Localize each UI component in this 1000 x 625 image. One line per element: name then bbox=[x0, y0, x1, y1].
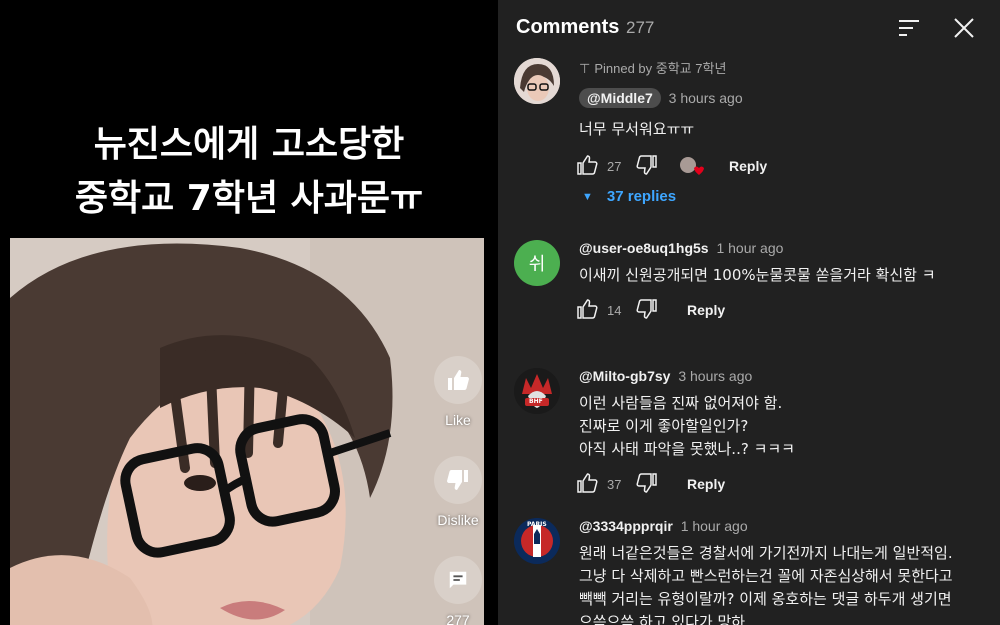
sort-icon bbox=[899, 20, 919, 36]
creator-heart-icon bbox=[680, 157, 704, 175]
like-count: 27 bbox=[607, 159, 622, 174]
thumbs-down-icon bbox=[636, 299, 657, 319]
avatar[interactable]: PARIS bbox=[514, 518, 560, 564]
dislike-label: Dislike bbox=[437, 512, 479, 528]
avatar-letter: 쉬 bbox=[528, 254, 546, 275]
replies-count-label: 37 replies bbox=[606, 188, 677, 205]
comment-actions: 37 Reply bbox=[577, 471, 959, 503]
comment-text-line: 진짜로 이게 좋아할일인가? bbox=[579, 417, 749, 435]
comments-header: Comments 277 bbox=[498, 0, 1000, 56]
comment-count-label: 277 bbox=[446, 612, 470, 625]
reply-button[interactable]: Reply bbox=[687, 302, 725, 318]
like-action[interactable]: Like bbox=[430, 356, 486, 428]
like-count: 37 bbox=[607, 477, 622, 492]
comment-text: 이런 사람들음 진짜 없어져야 함. 진짜로 이게 좋아할일인가? 아직 사태 … bbox=[579, 392, 959, 461]
dislike-button[interactable] bbox=[635, 153, 663, 181]
close-icon bbox=[954, 18, 974, 38]
comment-icon[interactable] bbox=[434, 556, 482, 604]
comment-actions: 14 Reply bbox=[577, 297, 959, 329]
comment-author[interactable]: @user-oe8uq1hg5s bbox=[579, 240, 709, 256]
comment-text-line: 이런 사람들음 진짜 없어져야 함. bbox=[579, 394, 783, 412]
comment-time[interactable]: 1 hour ago bbox=[716, 240, 783, 256]
like-button[interactable] bbox=[575, 471, 603, 499]
like-label: Like bbox=[445, 412, 471, 428]
thumbs-up-icon bbox=[577, 299, 598, 319]
video-player[interactable]: 뉴진스에게 고소당한 중학교 7학년 사과문ㅠ Like Dislike 277 bbox=[0, 0, 498, 625]
video-overlay-title: 뉴진스에게 고소당한 중학교 7학년 사과문ㅠ bbox=[0, 118, 498, 226]
caret-down-icon: ▼ bbox=[582, 190, 593, 203]
thumbs-down-icon bbox=[636, 473, 657, 493]
comment-text-line: 아직 사태 파악을 못했나..? ㅋㅋㅋ bbox=[579, 440, 795, 458]
comments-panel: Comments 277 ⊤ Pinned by 중학교 7학년 @Middle… bbox=[498, 0, 1000, 625]
comment-text: 너무 무서워요ㅠㅠ bbox=[579, 120, 695, 138]
thumbs-up-icon[interactable] bbox=[434, 356, 482, 404]
comment-author[interactable]: @Milto-gb7sy bbox=[579, 368, 670, 384]
video-overlay-title-line2: 중학교 7학년 사과문ㅠ bbox=[74, 178, 424, 219]
reply-button[interactable]: Reply bbox=[729, 158, 767, 174]
dislike-button[interactable] bbox=[635, 297, 663, 325]
avatar[interactable]: BHF bbox=[514, 368, 560, 414]
like-button[interactable] bbox=[575, 153, 603, 181]
avatar[interactable]: 쉬 bbox=[514, 240, 560, 286]
view-replies-button[interactable]: ▼ 37 replies bbox=[582, 188, 676, 205]
comment-text: 원래 너같은것들은 경찰서에 가기전까지 나대는게 일반적임. 그냥 다 삭제하… bbox=[579, 544, 953, 625]
comment-time[interactable]: 3 hours ago bbox=[669, 90, 743, 106]
comment-actions: 27 Reply bbox=[577, 153, 959, 185]
video-frame-image bbox=[10, 238, 484, 625]
portrait-illustration bbox=[10, 238, 484, 625]
comments-title: Comments bbox=[516, 16, 620, 38]
bhf-logo-icon bbox=[514, 368, 560, 414]
thumbs-down-icon bbox=[636, 155, 657, 175]
like-button[interactable] bbox=[575, 297, 603, 325]
pinned-by-text: Pinned by 중학교 7학년 bbox=[594, 61, 727, 76]
sort-button[interactable] bbox=[894, 14, 924, 42]
avatar-logo-text: PARIS bbox=[527, 521, 547, 528]
close-button[interactable] bbox=[950, 14, 978, 42]
comment-author-chip[interactable]: @Middle7 bbox=[579, 88, 661, 108]
thumbs-up-icon bbox=[577, 155, 598, 175]
pin-icon: ⊤ bbox=[579, 61, 591, 76]
comments-action[interactable]: 277 bbox=[430, 556, 486, 625]
creator-heart-badge bbox=[679, 155, 705, 179]
dislike-button[interactable] bbox=[635, 471, 663, 499]
video-overlay-title-line1: 뉴진스에게 고소당한 bbox=[93, 124, 405, 165]
like-count: 14 bbox=[607, 303, 622, 318]
comment-time[interactable]: 1 hour ago bbox=[681, 518, 748, 534]
thumbs-up-icon bbox=[577, 473, 598, 493]
thumbs-down-icon[interactable] bbox=[434, 456, 482, 504]
avatar-logo-text: BHF bbox=[529, 398, 543, 405]
reply-button[interactable]: Reply bbox=[687, 476, 725, 492]
pinned-label: ⊤ Pinned by 중학교 7학년 bbox=[579, 58, 959, 80]
avatar-photo bbox=[514, 58, 560, 104]
dislike-action[interactable]: Dislike bbox=[430, 456, 486, 528]
avatar[interactable] bbox=[514, 58, 560, 104]
comments-count: 277 bbox=[626, 18, 655, 37]
comment-author[interactable]: @3334ppprqir bbox=[579, 518, 673, 534]
comment-time[interactable]: 3 hours ago bbox=[678, 368, 752, 384]
comment-text: 이새끼 신원공개되면 100%눈물콧물 쏟을거라 확신함 ㅋ bbox=[579, 266, 936, 284]
